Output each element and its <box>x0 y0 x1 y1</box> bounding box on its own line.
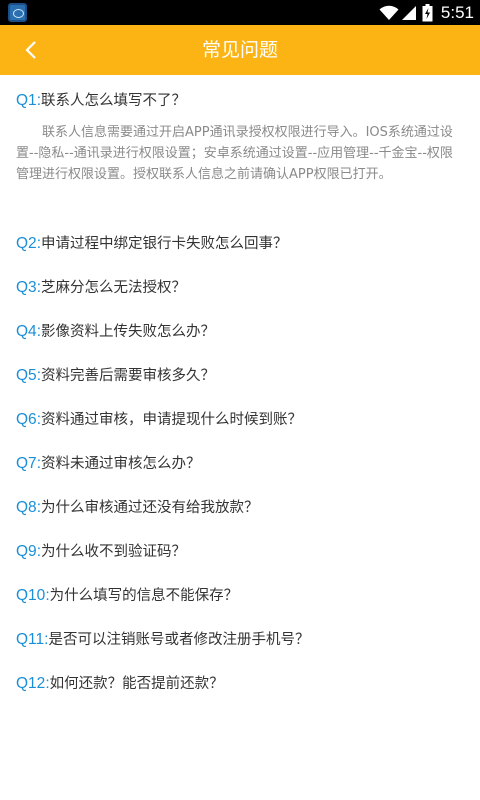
faq-question-text: 资料通过审核，申请提现什么时候到账？ <box>41 412 302 428</box>
page-title: 常见问题 <box>201 39 278 61</box>
faq-item-3[interactable]: Q3:芝麻分怎么无法授权？ <box>16 276 466 297</box>
faq-question-text: 是否可以注销账号或者修改注册手机号？ <box>48 632 310 648</box>
faq-item-10[interactable]: Q10:为什么填写的信息不能保存？ <box>16 584 466 605</box>
faq-question: Q12:如何还款？能否提前还款？ <box>16 672 466 693</box>
faq-item-7[interactable]: Q7:资料未通过审核怎么办？ <box>16 452 466 473</box>
faq-item-6[interactable]: Q6:资料通过审核，申请提现什么时候到账？ <box>16 408 466 429</box>
faq-number: Q3 <box>16 279 37 296</box>
faq-answer: 联系人信息需要通过开启APP通讯录授权权限进行导入。IOS系统通过设置--隐私-… <box>16 125 453 182</box>
faq-number: Q2 <box>16 235 37 252</box>
faq-question-text: 为什么填写的信息不能保存？ <box>49 588 239 604</box>
faq-number: Q12 <box>16 675 46 692</box>
signal-icon <box>401 5 416 20</box>
faq-number: Q10 <box>16 587 46 604</box>
faq-item-8[interactable]: Q8:为什么审核通过还没有给我放款？ <box>16 496 466 517</box>
faq-item-11[interactable]: Q11:是否可以注销账号或者修改注册手机号？ <box>16 628 466 649</box>
faq-question: Q7:资料未通过审核怎么办？ <box>16 452 466 473</box>
faq-number: Q6 <box>16 411 37 428</box>
faq-question: Q6:资料通过审核，申请提现什么时候到账？ <box>16 408 466 429</box>
faq-number: Q4 <box>16 323 37 340</box>
faq-question: Q5:资料完善后需要审核多久？ <box>16 364 466 385</box>
faq-item-4[interactable]: Q4:影像资料上传失败怎么办？ <box>16 320 466 341</box>
faq-question: Q9:为什么收不到验证码？ <box>16 540 466 561</box>
faq-question: Q11:是否可以注销账号或者修改注册手机号？ <box>16 628 466 649</box>
faq-item-2[interactable]: Q2:申请过程中绑定银行卡失败怎么回事？ <box>16 232 466 253</box>
faq-question: Q3:芝麻分怎么无法授权？ <box>16 276 466 297</box>
app-notification-icon <box>8 3 27 22</box>
faq-item-12[interactable]: Q12:如何还款？能否提前还款？ <box>16 672 466 693</box>
faq-question-text: 资料未通过审核怎么办？ <box>41 456 201 472</box>
faq-number: Q1 <box>16 92 37 109</box>
faq-number: Q7 <box>16 455 37 472</box>
faq-question-text: 如何还款？能否提前还款？ <box>49 676 224 692</box>
faq-question: Q4:影像资料上传失败怎么办？ <box>16 320 466 341</box>
faq-item-5[interactable]: Q5:资料完善后需要审核多久？ <box>16 364 466 385</box>
title-bar: 常见问题 <box>0 25 480 75</box>
faq-question: Q2:申请过程中绑定银行卡失败怎么回事？ <box>16 232 466 253</box>
faq-question-text: 联系人怎么填写不了？ <box>41 93 186 109</box>
faq-question-text: 芝麻分怎么无法授权？ <box>41 280 186 296</box>
faq-question-text: 资料完善后需要审核多久？ <box>41 368 215 384</box>
faq-question-text: 为什么收不到验证码？ <box>41 544 186 560</box>
faq-question: Q1:联系人怎么填写不了？ <box>16 89 466 110</box>
faq-number: Q5 <box>16 367 37 384</box>
faq-question-text: 为什么审核通过还没有给我放款？ <box>41 500 259 516</box>
status-bar: 5:51 <box>0 0 480 25</box>
faq-item-1[interactable]: Q1:联系人怎么填写不了？ 联系人信息需要通过开启APP通讯录授权权限进行导入。… <box>16 89 466 185</box>
faq-question: Q10:为什么填写的信息不能保存？ <box>16 584 466 605</box>
status-clock: 5:51 <box>440 2 474 22</box>
status-indicators: 5:51 <box>379 0 474 25</box>
battery-icon <box>422 3 433 21</box>
faq-number: Q8 <box>16 499 37 516</box>
faq-question: Q8:为什么审核通过还没有给我放款？ <box>16 496 466 517</box>
faq-number: Q9 <box>16 543 37 560</box>
faq-number: Q11 <box>16 631 45 648</box>
faq-question-text: 影像资料上传失败怎么办？ <box>41 324 215 340</box>
faq-item-9[interactable]: Q9:为什么收不到验证码？ <box>16 540 466 561</box>
faq-question-text: 申请过程中绑定银行卡失败怎么回事？ <box>41 236 288 252</box>
wifi-icon <box>379 5 399 20</box>
